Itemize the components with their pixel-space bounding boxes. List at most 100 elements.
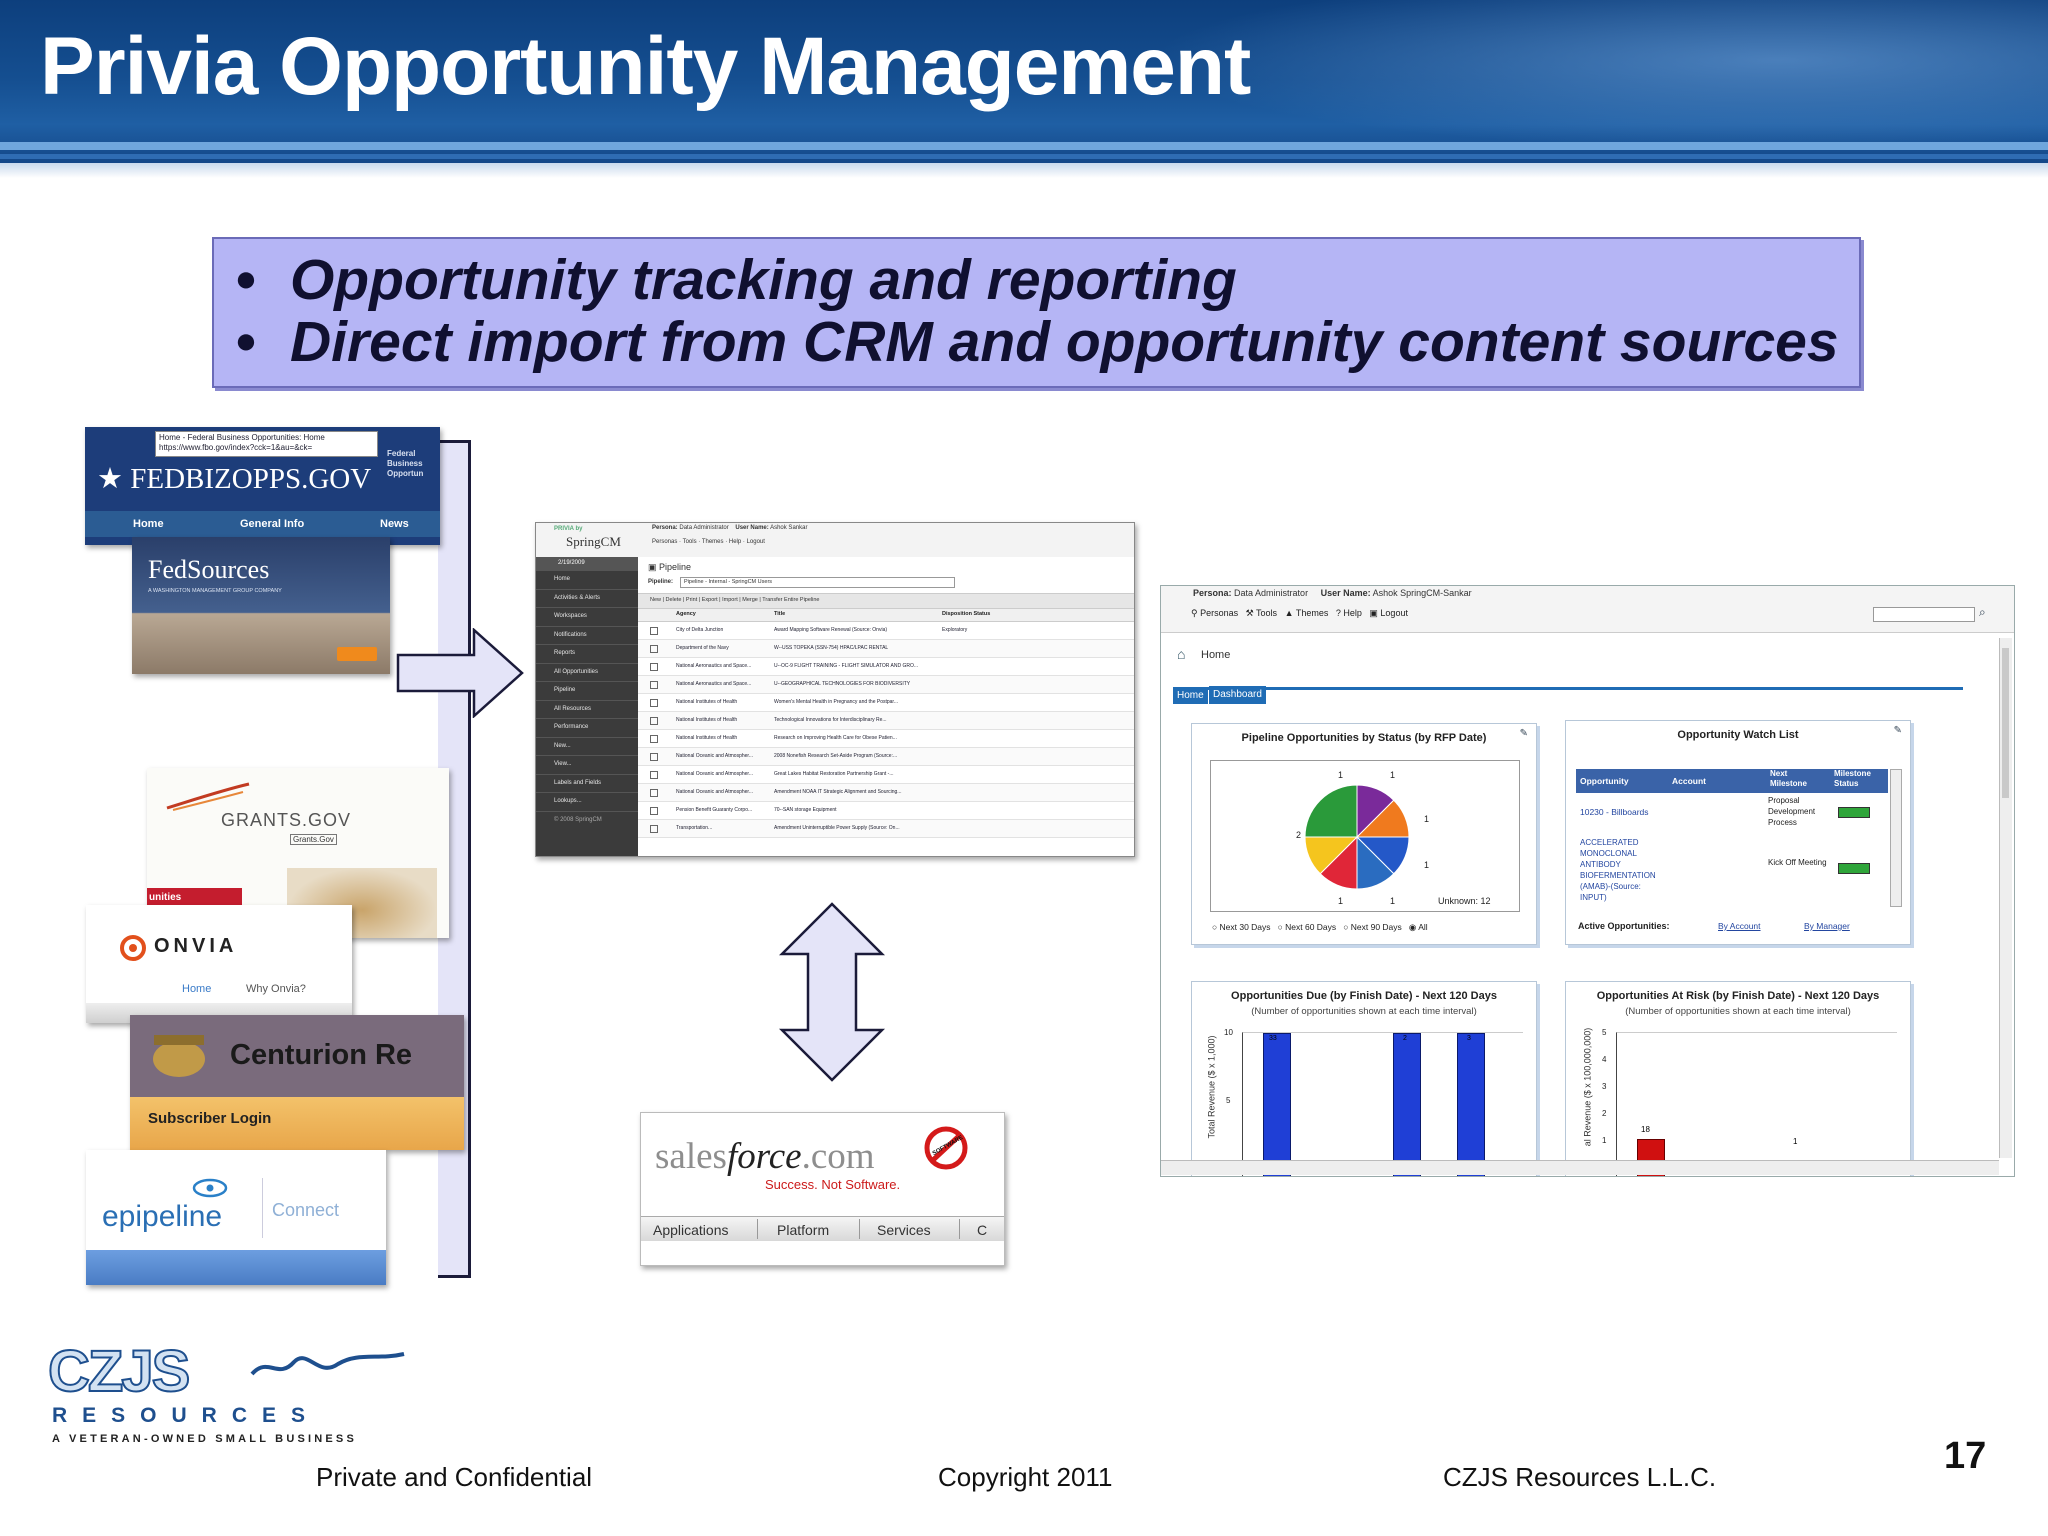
sidebar-item[interactable]: Workspaces [536,608,638,627]
table-row[interactable]: National Oceanic and Atmospher... Amendme… [638,784,1134,802]
row-checkbox[interactable] [650,663,658,671]
row-checkbox[interactable] [650,825,658,833]
menu-help[interactable]: ? Help [1336,608,1362,618]
column-header[interactable]: Account [1672,776,1706,786]
toolbar-import-button[interactable]: Import [722,597,738,603]
table-row[interactable]: National Institutes of Health Research on… [638,730,1134,748]
nav-general-info[interactable]: General Info [240,518,304,530]
czjs-logo: CZJS RESOURCES A VETERAN-OWNED SMALL BUS… [47,1338,408,1448]
nav-more[interactable]: C [977,1222,987,1238]
toolbar-new-button[interactable]: New [650,597,661,603]
radio-60-days[interactable]: ○ Next 60 Days [1278,922,1337,932]
pipeline-select[interactable]: Pipeline - Internal - SpringCM Users [680,577,955,588]
menu-personas[interactable]: Personas [652,539,677,545]
sidebar-item[interactable]: Notifications [536,627,638,645]
dashboard-h-scrollbar[interactable] [1161,1160,1999,1175]
sidebar-item[interactable]: Activities & Alerts [536,590,638,608]
sidebar-item[interactable]: Home [536,571,638,590]
sidebar-item[interactable]: Performance [536,719,638,738]
column-header[interactable]: Agency [676,611,696,617]
edit-icon[interactable]: ✎ [1894,725,1902,736]
table-row[interactable]: National Oceanic and Atmospher... Great L… [638,766,1134,784]
sidebar-item[interactable]: View... [536,756,638,775]
search-input[interactable] [1873,607,1975,622]
sidebar-item[interactable]: Lookups... [536,793,638,812]
nav-news[interactable]: News [380,518,409,530]
tab-home[interactable]: Home [1173,688,1208,704]
sidebar-item[interactable]: All Opportunities [536,664,638,682]
dashboard-scrollbar[interactable] [1999,638,2012,1158]
nav-applications[interactable]: Applications [653,1222,729,1238]
toolbar-merge-button[interactable]: Merge [742,597,758,603]
sidebar-item[interactable]: Labels and Fields [536,775,638,793]
menu-tools[interactable]: Tools [683,539,697,545]
by-account-link[interactable]: By Account [1718,921,1761,931]
nav-home[interactable]: Home [133,518,164,530]
column-header[interactable]: Title [774,611,785,617]
sidebar-item[interactable]: Pipeline [536,682,638,701]
table-row[interactable]: National Oceanic and Atmospher... 2008 No… [638,748,1134,766]
menu-logout[interactable]: Logout [747,539,765,545]
divider [859,1219,860,1239]
home-heading: Home [1201,649,1231,661]
table-row[interactable]: Transportation... Amendment Uninterruptib… [638,820,1134,838]
radio-30-days[interactable]: ○ Next 30 Days [1212,922,1271,932]
menu-themes[interactable]: ▲ Themes [1285,608,1329,618]
tab-dashboard[interactable]: Dashboard [1209,686,1266,704]
by-manager-link[interactable]: By Manager [1804,921,1850,931]
watch-list-scrollbar[interactable] [1890,769,1902,907]
orange-button[interactable] [337,647,377,661]
toolbar-export-button[interactable]: Export [702,597,718,603]
table-row[interactable]: National Aeronautics and Space... U--OC-9… [638,658,1134,676]
column-header[interactable]: Next Milestone [1770,769,1820,789]
nav-platform[interactable]: Platform [777,1222,829,1238]
row-checkbox[interactable] [650,735,658,743]
row-checkbox[interactable] [650,753,658,761]
row-checkbox[interactable] [650,807,658,815]
sidebar-item[interactable]: All Resources [536,701,638,719]
menu-help[interactable]: Help [729,539,741,545]
search-icon[interactable]: ⌕ [1979,605,1986,620]
grants-swoosh-icon [166,782,250,811]
subscriber-login-link[interactable]: Subscriber Login [148,1110,271,1127]
menu-themes[interactable]: Themes [702,539,724,545]
radio-all[interactable]: ◉ All [1409,922,1428,932]
table-row[interactable]: 10230 - Billboards Proposal Development … [1576,793,1888,834]
column-header[interactable]: Milestone Status [1834,769,1886,789]
sidebar-item[interactable]: New... [536,738,638,756]
epipeline-connect[interactable]: Connect [272,1200,339,1221]
nav-services[interactable]: Services [877,1222,931,1238]
opportunity-link[interactable]: ACCELERATED MONOCLONAL ANTIBODY BIOFERME… [1580,837,1666,903]
table-row[interactable]: ACCELERATED MONOCLONAL ANTIBODY BIOFERME… [1576,833,1888,903]
menu-personas[interactable]: ⚲ Personas [1191,608,1238,618]
opportunity-link[interactable]: 10230 - Billboards [1580,807,1649,817]
menu-logout[interactable]: ▣ Logout [1369,608,1408,618]
sidebar-item[interactable]: Reports [536,645,638,664]
toolbar-print-button[interactable]: Print [686,597,697,603]
scroll-thumb[interactable] [2002,648,2009,798]
row-checkbox[interactable] [650,627,658,635]
row-checkbox[interactable] [650,717,658,725]
row-checkbox[interactable] [650,681,658,689]
bar [1393,1033,1421,1176]
onvia-nav-home[interactable]: Home [182,983,211,995]
table-row[interactable]: Pension Benefit Guaranty Corpo... 70--SAN… [638,802,1134,820]
row-checkbox[interactable] [650,645,658,653]
row-checkbox[interactable] [650,789,658,797]
row-checkbox[interactable] [650,771,658,779]
table-row[interactable]: National Institutes of Health Women's Men… [638,694,1134,712]
row-checkbox[interactable] [650,699,658,707]
column-header[interactable]: Opportunity [1580,776,1629,786]
radio-90-days[interactable]: ○ Next 90 Days [1343,922,1402,932]
edit-icon[interactable]: ✎ [1520,728,1528,739]
table-row[interactable]: National Institutes of Health Technologic… [638,712,1134,730]
table-row[interactable]: National Aeronautics and Space... U--GEOG… [638,676,1134,694]
menu-tools[interactable]: ⚒ Tools [1246,608,1277,618]
table-row[interactable]: Department of the Navy W--USS TOPEKA (SSN… [638,640,1134,658]
toolbar-transfer-button[interactable]: Transfer Entire Pipeline [762,597,819,603]
grants-link[interactable]: Grants.Gov [290,834,337,845]
toolbar-delete-button[interactable]: Delete [666,597,682,603]
table-row[interactable]: City of Delta Junction Award Mapping Soft… [638,622,1134,640]
column-header[interactable]: Disposition Status [942,611,990,617]
onvia-nav-why[interactable]: Why Onvia? [246,983,306,995]
